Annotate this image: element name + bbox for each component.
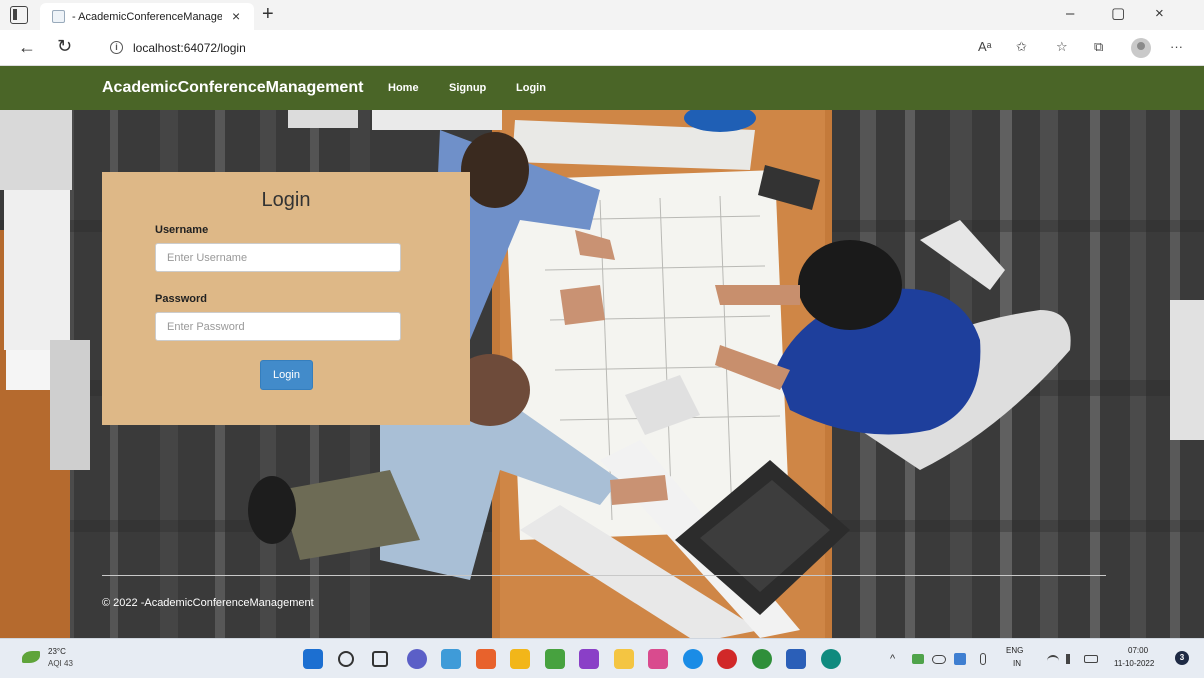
edge-icon[interactable]: [820, 649, 841, 669]
network-app-icon[interactable]: [475, 649, 496, 669]
password-input[interactable]: [155, 312, 401, 341]
nav-link-home[interactable]: Home: [388, 82, 419, 94]
page-viewport: AcademicConferenceManagement Home Signup…: [0, 66, 1204, 638]
tab-title: - AcademicConferenceManagem: [72, 11, 222, 23]
more-menu-icon[interactable]: ···: [1170, 39, 1183, 55]
volume-icon[interactable]: [1066, 654, 1076, 664]
collections-icon[interactable]: ⧉: [1094, 39, 1103, 55]
weather-aqi[interactable]: AQI 43: [48, 659, 73, 668]
tray-chevron-icon[interactable]: ^: [890, 652, 895, 666]
reload-icon[interactable]: ↻: [57, 36, 72, 56]
username-label: Username: [155, 224, 209, 236]
weather-leaf-icon[interactable]: [22, 651, 40, 663]
wifi-icon[interactable]: [1047, 655, 1059, 663]
nav-link-signup[interactable]: Signup: [449, 82, 486, 94]
recorder-icon[interactable]: [717, 649, 737, 669]
site-navbar: AcademicConferenceManagement Home Signup…: [0, 66, 1204, 110]
search-icon[interactable]: [337, 651, 354, 667]
visual-studio-icon[interactable]: [579, 649, 599, 669]
url-text: localhost:64072/login: [133, 41, 246, 55]
add-favorite-icon[interactable]: ✩: [1016, 39, 1027, 55]
file-explorer-icon[interactable]: [613, 649, 634, 669]
chrome-icon[interactable]: [751, 649, 772, 669]
notification-badge[interactable]: 3: [1175, 651, 1189, 665]
notes-icon[interactable]: [510, 649, 530, 669]
profile-avatar[interactable]: [1131, 38, 1151, 58]
maximize-icon[interactable]: ▢: [1111, 6, 1125, 22]
windows-taskbar: 23°C AQI 43 ^ ENG IN 07:00 11-10-2022 3: [0, 638, 1204, 678]
battery-icon[interactable]: [1084, 655, 1098, 663]
language-code[interactable]: ENG: [1006, 646, 1023, 655]
nav-link-login[interactable]: Login: [516, 82, 546, 94]
word-icon[interactable]: [786, 649, 806, 669]
password-label: Password: [155, 293, 207, 305]
weather-temperature[interactable]: 23°C: [48, 647, 66, 656]
chat-icon[interactable]: [406, 649, 427, 669]
favorites-icon[interactable]: ☆: [1056, 39, 1068, 55]
browser-tab-bar: - AcademicConferenceManagem × + – ▢ ×: [0, 0, 1204, 30]
new-tab-icon[interactable]: +: [262, 3, 274, 25]
site-brand-link[interactable]: AcademicConferenceManagement: [102, 79, 363, 97]
browser-tab[interactable]: - AcademicConferenceManagem ×: [40, 3, 254, 30]
tab-actions-icon[interactable]: [10, 6, 28, 24]
paint-icon[interactable]: [544, 649, 565, 669]
login-form-card: Login Username Password Login: [102, 172, 470, 425]
tray-app-icon[interactable]: [912, 654, 924, 664]
snipping-icon[interactable]: [441, 649, 461, 669]
windows-start-icon[interactable]: [303, 649, 323, 669]
photos-icon[interactable]: [648, 649, 668, 669]
url-field[interactable]: i localhost:64072/login: [92, 34, 1172, 62]
tab-close-icon[interactable]: ×: [232, 8, 240, 24]
skype-icon[interactable]: [682, 649, 703, 669]
read-aloud-icon[interactable]: Aᵃ: [978, 39, 992, 55]
minimize-icon[interactable]: –: [1066, 6, 1074, 22]
back-icon[interactable]: ←: [18, 37, 36, 57]
onedrive-icon[interactable]: [932, 655, 946, 664]
footer-copyright: © 2022 -AcademicConferenceManagement: [102, 597, 314, 609]
close-window-icon[interactable]: ×: [1155, 6, 1164, 22]
language-region[interactable]: IN: [1013, 659, 1021, 668]
task-view-icon[interactable]: [372, 651, 388, 667]
hero-background: Login Username Password Login © 2022 -Ac…: [0, 110, 1204, 638]
tray-security-icon[interactable]: [954, 653, 966, 665]
login-button[interactable]: Login: [260, 360, 313, 390]
username-input[interactable]: [155, 243, 401, 272]
clock-date[interactable]: 11-10-2022: [1114, 659, 1154, 668]
microphone-icon[interactable]: [980, 653, 986, 665]
address-bar: ← ↻ i localhost:64072/login Aᵃ ✩ ☆ ⧉ ···: [0, 30, 1204, 66]
login-heading: Login: [261, 189, 311, 211]
footer-divider: [102, 575, 1106, 576]
clock-time[interactable]: 07:00: [1128, 646, 1148, 655]
page-favicon-icon: [52, 10, 65, 23]
site-info-icon[interactable]: i: [110, 41, 123, 54]
